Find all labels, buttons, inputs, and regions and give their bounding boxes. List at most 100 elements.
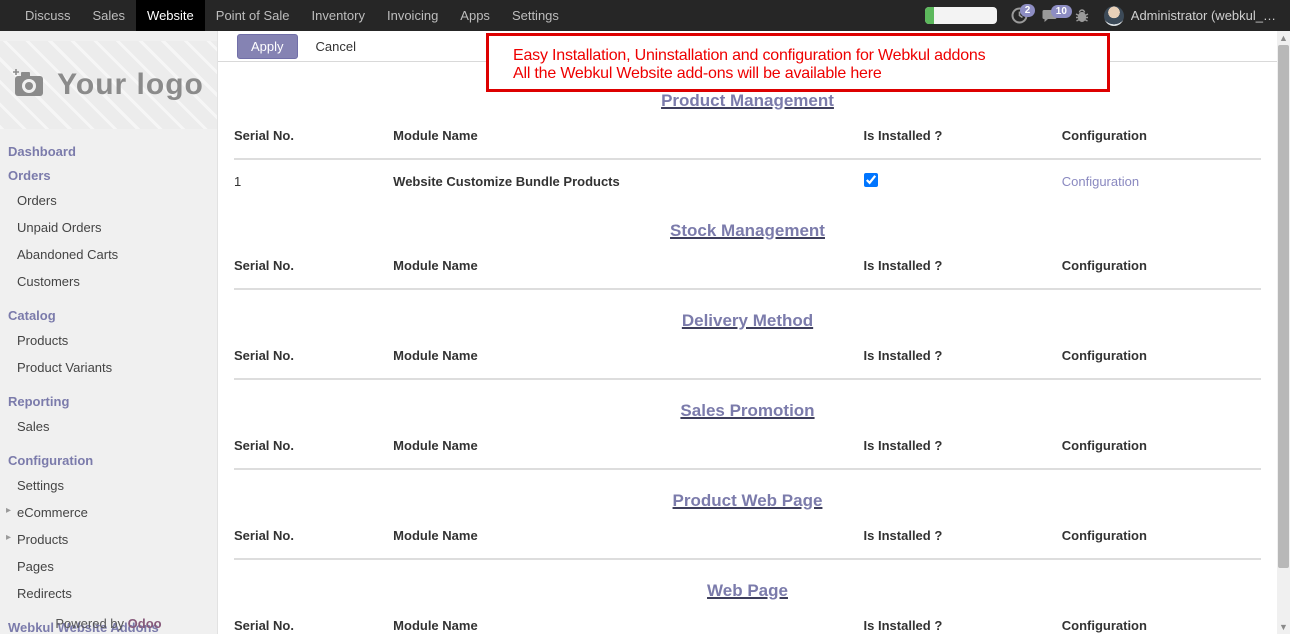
- activities-menu[interactable]: 2: [1011, 7, 1028, 24]
- scroll-up-arrow[interactable]: ▲: [1277, 31, 1290, 45]
- sidebar-label: Orders: [8, 168, 51, 183]
- usage-progress-bar[interactable]: [925, 7, 997, 24]
- column-header-module-name: Module Name: [393, 528, 863, 543]
- powered-by-label: Powered by: [55, 616, 124, 631]
- nav-item-invoicing[interactable]: Invoicing: [376, 0, 449, 31]
- logo-text: Your logo: [57, 68, 204, 102]
- column-header-module-name: Module Name: [393, 438, 863, 453]
- sidebar-item-redirects[interactable]: Redirects: [0, 580, 217, 607]
- cancel-button[interactable]: Cancel: [306, 35, 366, 58]
- nav-item-inventory[interactable]: Inventory: [301, 0, 376, 31]
- sidebar-item-sales[interactable]: Sales: [0, 413, 217, 440]
- sidebar-label: Products: [17, 532, 68, 547]
- section-title[interactable]: Web Page: [234, 581, 1261, 601]
- nav-item-discuss[interactable]: Discuss: [14, 0, 82, 31]
- sidebar-label: Pages: [17, 559, 54, 574]
- sidebar-label: Customers: [17, 274, 80, 289]
- configuration-link[interactable]: Configuration: [1062, 174, 1139, 189]
- company-logo[interactable]: Your logo: [0, 41, 217, 129]
- sidebar-label: Unpaid Orders: [17, 220, 102, 235]
- sidebar-item-settings[interactable]: Settings: [0, 472, 217, 499]
- sidebar: Your logo Dashboard Orders Orders Unpaid Or…: [0, 31, 218, 634]
- section-title[interactable]: Delivery Method: [234, 311, 1261, 331]
- column-header-module-name: Module Name: [393, 128, 863, 143]
- sidebar-label: Sales: [17, 419, 50, 434]
- annotation-callout: Easy Installation, Uninstallation and co…: [486, 33, 1110, 92]
- avatar: [1104, 6, 1124, 26]
- messages-badge: 10: [1051, 5, 1072, 18]
- sidebar-header-dashboard[interactable]: Dashboard: [0, 139, 217, 163]
- column-header-configuration: Configuration: [1062, 618, 1261, 633]
- section-product-management: Product ManagementSerial No.Module NameI…: [234, 91, 1261, 200]
- installed-checkbox[interactable]: [864, 173, 878, 187]
- vertical-scrollbar[interactable]: ▲ ▼: [1277, 31, 1290, 634]
- sidebar-header-orders[interactable]: Orders: [0, 163, 217, 187]
- nav-item-apps[interactable]: Apps: [449, 0, 501, 31]
- section-sales-promotion: Sales PromotionSerial No.Module NameIs I…: [234, 401, 1261, 470]
- section-title[interactable]: Sales Promotion: [234, 401, 1261, 421]
- caret-right-icon: ▸: [6, 532, 11, 543]
- progress-fill: [925, 7, 934, 24]
- section-product-web-page: Product Web PageSerial No.Module NameIs …: [234, 491, 1261, 560]
- odoo-brand-link[interactable]: Odoo: [128, 616, 162, 631]
- column-header-is-installed: Is Installed ?: [864, 618, 1062, 633]
- table-divider: [234, 378, 1261, 380]
- bug-icon: [1074, 8, 1090, 24]
- column-header-configuration: Configuration: [1062, 528, 1261, 543]
- sidebar-item-products[interactable]: Products: [0, 327, 217, 354]
- sidebar-label: Catalog: [8, 308, 56, 323]
- nav-item-website[interactable]: Website: [136, 0, 205, 31]
- nav-menu: DiscussSalesWebsitePoint of SaleInventor…: [0, 0, 570, 31]
- sidebar-item-orders[interactable]: Orders: [0, 187, 217, 214]
- table-header-row: Serial No.Module NameIs Installed ?Confi…: [234, 618, 1261, 633]
- table-divider: [234, 468, 1261, 470]
- scrollbar-thumb[interactable]: [1278, 45, 1289, 568]
- column-header-module-name: Module Name: [393, 348, 863, 363]
- sidebar-menu: Dashboard Orders Orders Unpaid Orders Abando…: [0, 135, 217, 639]
- activities-badge: 2: [1020, 4, 1036, 17]
- sidebar-header-reporting[interactable]: Reporting: [0, 389, 217, 413]
- section-delivery-method: Delivery Method Serial No.Module NameIs I…: [234, 311, 1261, 380]
- column-header-serial-no: Serial No.: [234, 348, 393, 363]
- camera-icon: [13, 68, 47, 103]
- cell-serial: 1: [234, 174, 393, 189]
- table-header-row: Serial No.Module NameIs Installed ?Confi…: [234, 348, 1261, 363]
- sidebar-item-customers[interactable]: Customers: [0, 268, 217, 295]
- sidebar-label: Reporting: [8, 394, 69, 409]
- sidebar-label: Redirects: [17, 586, 72, 601]
- sidebar-label: Products: [17, 333, 68, 348]
- sidebar-item-unpaid-orders[interactable]: Unpaid Orders: [0, 214, 217, 241]
- sidebar-item-ecommerce[interactable]: ▸eCommerce: [0, 499, 217, 526]
- systray: 2 10 Administrator (webkul_…: [925, 0, 1290, 31]
- sidebar-header-catalog[interactable]: Catalog: [0, 303, 217, 327]
- section-title[interactable]: Product Web Page: [234, 491, 1261, 511]
- nav-item-point-of-sale[interactable]: Point of Sale: [205, 0, 301, 31]
- user-name: Administrator (webkul_…: [1131, 8, 1276, 23]
- apply-button[interactable]: Apply: [237, 34, 298, 59]
- section-title[interactable]: Product Management: [234, 91, 1261, 111]
- table-divider: [234, 288, 1261, 290]
- column-header-configuration: Configuration: [1062, 128, 1261, 143]
- column-header-serial-no: Serial No.: [234, 258, 393, 273]
- scroll-down-arrow[interactable]: ▼: [1277, 620, 1290, 634]
- sidebar-item-abandoned-carts[interactable]: Abandoned Carts: [0, 241, 217, 268]
- sidebar-header-configuration[interactable]: Configuration: [0, 448, 217, 472]
- sidebar-label: Orders: [17, 193, 57, 208]
- sidebar-item-product-variants[interactable]: Product Variants: [0, 354, 217, 381]
- sidebar-label: eCommerce: [17, 505, 88, 520]
- sidebar-item-products[interactable]: ▸ Products: [0, 526, 217, 553]
- user-menu[interactable]: Administrator (webkul_…: [1104, 6, 1276, 26]
- table-row: 1Website Customize Bundle ProductsConfig…: [234, 160, 1261, 200]
- column-header-is-installed: Is Installed ?: [864, 528, 1062, 543]
- nav-item-sales[interactable]: Sales: [82, 0, 137, 31]
- sidebar-item-pages[interactable]: Pages: [0, 553, 217, 580]
- table-divider: [234, 558, 1261, 560]
- messages-menu[interactable]: 10: [1042, 8, 1060, 24]
- column-header-is-installed: Is Installed ?: [864, 348, 1062, 363]
- column-header-is-installed: Is Installed ?: [864, 258, 1062, 273]
- debug-menu[interactable]: [1074, 8, 1090, 24]
- sections-container: Product ManagementSerial No.Module NameI…: [218, 62, 1277, 634]
- annotation-line1: Easy Installation, Uninstallation and co…: [513, 47, 1097, 65]
- section-title[interactable]: Stock Management: [234, 221, 1261, 241]
- nav-item-settings[interactable]: Settings: [501, 0, 570, 31]
